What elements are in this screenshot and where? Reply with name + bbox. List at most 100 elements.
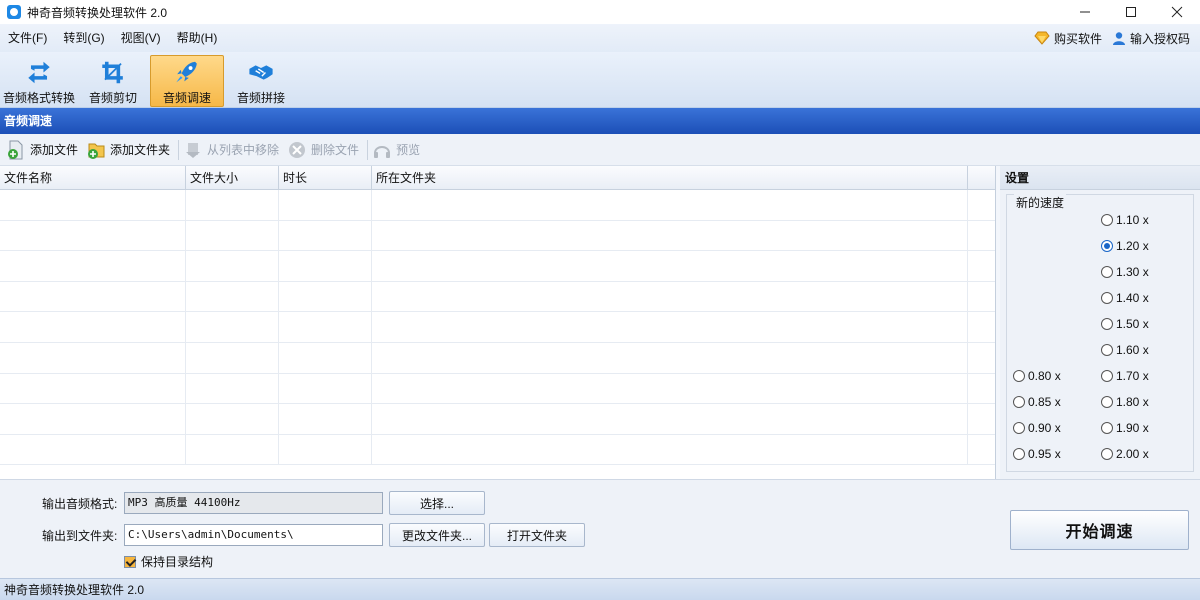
speed-option-label: 1.10 x (1116, 213, 1149, 227)
radio-icon (1101, 422, 1113, 434)
speed-option-label: 1.80 x (1116, 395, 1149, 409)
minimize-button[interactable] (1062, 0, 1108, 24)
output-folder-input[interactable]: C:\Users\admin\Documents\ (124, 524, 383, 546)
table-row (0, 220, 995, 252)
speed-option-1-60[interactable]: 1.60 x (1101, 343, 1149, 357)
preview-label: 预览 (396, 143, 421, 157)
table-row (0, 281, 995, 313)
delete-icon (289, 141, 306, 158)
output-folder-label: 输出到文件夹: (42, 529, 118, 543)
speed-option-label: 1.70 x (1116, 369, 1149, 383)
speed-option-1-80[interactable]: 1.80 x (1101, 395, 1149, 409)
speed-option-label: 1.50 x (1116, 317, 1149, 331)
section-title: 音频调速 (0, 108, 1200, 134)
delete-file-button[interactable]: 删除文件 (285, 136, 365, 164)
diamond-icon (1034, 31, 1050, 45)
title-bar: 神奇音频转换处理软件 2.0 (0, 0, 1200, 24)
file-table[interactable]: 文件名称 文件大小 时长 所在文件夹 (0, 166, 996, 479)
speed-option-1-50[interactable]: 1.50 x (1101, 317, 1149, 331)
column-header-duration[interactable]: 时长 (279, 166, 372, 189)
window-title: 神奇音频转换处理软件 2.0 (27, 5, 168, 20)
table-row (0, 404, 995, 435)
minimize-icon (1080, 11, 1090, 13)
main-toolbar: 音频格式转换 音频剪切 音频调速 音频拼接 (0, 52, 1200, 108)
column-header-folder[interactable]: 所在文件夹 (372, 166, 968, 189)
window-controls (1062, 0, 1200, 24)
maximize-button[interactable] (1108, 0, 1154, 24)
menu-help[interactable]: 帮助(H) (169, 24, 226, 52)
table-row (0, 190, 995, 221)
add-file-label: 添加文件 (30, 143, 79, 157)
rocket-icon (176, 61, 197, 83)
speed-option-0-90[interactable]: 0.90 x (1013, 421, 1061, 435)
tool-label: 音频剪切 (88, 91, 137, 105)
settings-title: 设置 (1000, 166, 1200, 190)
keep-structure-label: 保持目录结构 (141, 555, 214, 569)
speed-option-0-80[interactable]: 0.80 x (1013, 369, 1061, 383)
separator (367, 139, 369, 160)
tool-audio-convert[interactable]: 音频格式转换 (2, 55, 76, 107)
radio-icon (1101, 370, 1113, 382)
table-header: 文件名称 文件大小 时长 所在文件夹 (0, 166, 995, 190)
speed-option-label: 1.90 x (1116, 421, 1149, 435)
maximize-icon (1126, 7, 1136, 17)
radio-checked-icon (1101, 240, 1113, 252)
add-folder-icon (88, 143, 105, 159)
radio-icon (1101, 448, 1113, 460)
checkbox-checked-icon (124, 555, 136, 568)
speed-label: 新的速度 (1014, 194, 1067, 211)
tool-audio-speed[interactable]: 音频调速 (150, 55, 224, 107)
speed-option-1-30[interactable]: 1.30 x (1101, 265, 1149, 279)
speed-option-label: 0.80 x (1028, 369, 1061, 383)
tool-label: 音频调速 (162, 91, 211, 105)
table-row (0, 434, 995, 466)
radio-icon (1013, 370, 1025, 382)
speed-option-label: 1.30 x (1116, 265, 1149, 279)
speed-option-1-90[interactable]: 1.90 x (1101, 421, 1149, 435)
change-folder-button[interactable]: 更改文件夹... (389, 523, 485, 547)
menu-bar: 文件(F) 转到(G) 视图(V) 帮助(H) 购买软件 输入授权码 (0, 24, 1200, 52)
radio-icon (1013, 396, 1025, 408)
speed-option-1-70[interactable]: 1.70 x (1101, 369, 1149, 383)
speed-option-label: 0.90 x (1028, 421, 1061, 435)
headphones-icon (374, 145, 391, 158)
speed-option-1-20[interactable]: 1.20 x (1101, 239, 1149, 253)
menu-goto[interactable]: 转到(G) (55, 24, 112, 52)
speed-option-1-10[interactable]: 1.10 x (1101, 213, 1149, 227)
radio-icon (1101, 292, 1113, 304)
add-file-button[interactable]: 添加文件 (4, 136, 84, 164)
close-button[interactable] (1154, 0, 1200, 24)
menu-file[interactable]: 文件(F) (0, 24, 55, 52)
speed-option-label: 0.95 x (1028, 447, 1061, 461)
radio-icon (1013, 448, 1025, 460)
add-folder-label: 添加文件夹 (110, 143, 171, 157)
speed-option-1-40[interactable]: 1.40 x (1101, 291, 1149, 305)
tool-audio-join[interactable]: 音频拼接 (224, 55, 298, 107)
menu-view[interactable]: 视图(V) (113, 24, 169, 52)
preview-button[interactable]: 预览 (370, 136, 426, 164)
select-format-button[interactable]: 选择... (389, 491, 485, 515)
speed-option-0-95[interactable]: 0.95 x (1013, 447, 1061, 461)
add-folder-button[interactable]: 添加文件夹 (84, 136, 176, 164)
tool-audio-cut[interactable]: 音频剪切 (76, 55, 150, 107)
column-header-filename[interactable]: 文件名称 (0, 166, 186, 189)
delete-file-label: 删除文件 (311, 143, 360, 157)
speed-option-label: 1.20 x (1116, 239, 1149, 253)
output-panel: 输出音频格式: MP3 高质量 44100Hz 选择... 输出到文件夹: C:… (0, 479, 1200, 578)
column-header-size[interactable]: 文件大小 (186, 166, 279, 189)
buy-button[interactable]: 购买软件 (1034, 30, 1102, 47)
status-bar: 神奇音频转换处理软件 2.0 (0, 578, 1200, 600)
open-folder-button[interactable]: 打开文件夹 (489, 523, 585, 547)
license-button[interactable]: 输入授权码 (1112, 30, 1190, 47)
start-speed-button[interactable]: 开始调速 (1010, 510, 1189, 550)
remove-from-list-button[interactable]: 从列表中移除 (181, 136, 285, 164)
output-format-field: MP3 高质量 44100Hz (124, 492, 383, 514)
speed-option-0-85[interactable]: 0.85 x (1013, 395, 1061, 409)
menu-right: 购买软件 输入授权码 (1034, 24, 1200, 52)
speed-option-label: 2.00 x (1116, 447, 1149, 461)
tool-label: 音频格式转换 (3, 91, 76, 105)
keep-structure-checkbox[interactable]: 保持目录结构 (124, 553, 213, 570)
speed-option-2-00[interactable]: 2.00 x (1101, 447, 1149, 461)
settings-panel: 设置 新的速度 1.10 x 1.20 x 1.30 x 1.40 x 1.50… (1000, 166, 1200, 479)
app-icon (7, 5, 21, 19)
